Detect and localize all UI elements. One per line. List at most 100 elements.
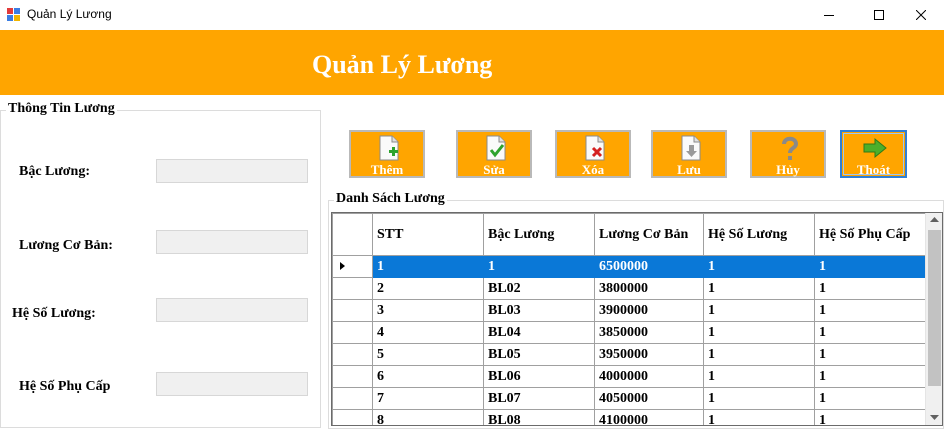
row-header[interactable] <box>332 343 373 366</box>
cell-salary-coefficient[interactable]: 1 <box>703 343 815 366</box>
cell-allowance-coefficient[interactable]: 1 <box>814 255 929 278</box>
cell-pay-grade[interactable]: BL04 <box>483 321 595 344</box>
cell-base-salary[interactable]: 3950000 <box>594 343 704 366</box>
allowance-coefficient-label: Hệ Số Phụ Cấp <box>19 379 111 394</box>
salary-table: STT Bậc Lương Lương Cơ Bản Hệ Số Lương H… <box>332 213 929 425</box>
base-salary-input[interactable] <box>156 230 308 254</box>
cell-pay-grade[interactable]: 1 <box>483 255 595 278</box>
cell-allowance-coefficient[interactable]: 1 <box>814 321 929 344</box>
close-button[interactable] <box>898 0 944 30</box>
exit-button[interactable]: Thoát <box>840 130 907 178</box>
save-document-icon <box>681 135 701 161</box>
cancel-button[interactable]: Hủy <box>750 130 826 178</box>
cell-stt[interactable]: 2 <box>372 277 484 300</box>
salary-grid[interactable]: STT Bậc Lương Lương Cơ Bản Hệ Số Lương H… <box>331 212 943 426</box>
exit-arrow-icon <box>863 137 887 159</box>
table-row[interactable]: 1 1 6500000 1 1 <box>332 255 929 278</box>
table-header-row: STT Bậc Lương Lương Cơ Bản Hệ Số Lương H… <box>332 213 929 256</box>
edit-button[interactable]: Sửa <box>456 130 532 178</box>
scroll-up-icon <box>930 217 939 222</box>
cell-stt[interactable]: 5 <box>372 343 484 366</box>
minimize-button[interactable] <box>806 0 852 30</box>
cell-salary-coefficient[interactable]: 1 <box>703 299 815 322</box>
row-header[interactable] <box>332 255 373 278</box>
base-salary-label: Lương Cơ Bản: <box>19 238 113 253</box>
cell-stt[interactable]: 4 <box>372 321 484 344</box>
cell-salary-coefficient[interactable]: 1 <box>703 277 815 300</box>
title-bar: Quản Lý Lương <box>0 0 944 30</box>
save-button[interactable]: Lưu <box>651 130 727 178</box>
cell-base-salary[interactable]: 6500000 <box>594 255 704 278</box>
current-row-arrow-icon <box>340 261 345 270</box>
column-header-pay-grade[interactable]: Bậc Lương <box>483 213 595 256</box>
delete-button[interactable]: Xóa <box>555 130 631 178</box>
column-header-allowance-coefficient[interactable]: Hệ Số Phụ Cấp <box>814 213 929 256</box>
cell-stt[interactable]: 1 <box>372 255 484 278</box>
exit-button-label: Thoát <box>856 162 891 177</box>
cell-pay-grade[interactable]: BL02 <box>483 277 595 300</box>
question-icon <box>782 136 799 160</box>
cell-allowance-coefficient[interactable]: 1 <box>814 409 929 425</box>
edit-button-label: Sửa <box>483 162 505 177</box>
row-header[interactable] <box>332 277 373 300</box>
scrollbar-thumb[interactable] <box>928 230 941 386</box>
row-header[interactable] <box>332 409 373 425</box>
cell-allowance-coefficient[interactable]: 1 <box>814 277 929 300</box>
edit-document-icon <box>486 135 506 161</box>
cell-salary-coefficient[interactable]: 1 <box>703 255 815 278</box>
cell-salary-coefficient[interactable]: 1 <box>703 321 815 344</box>
cell-pay-grade[interactable]: BL07 <box>483 387 595 410</box>
cell-stt[interactable]: 6 <box>372 365 484 388</box>
cell-base-salary[interactable]: 4100000 <box>594 409 704 425</box>
cell-pay-grade[interactable]: BL03 <box>483 299 595 322</box>
pay-grade-label: Bậc Lương: <box>19 164 90 179</box>
salary-coefficient-input[interactable] <box>156 298 308 322</box>
cell-allowance-coefficient[interactable]: 1 <box>814 343 929 366</box>
delete-document-icon <box>585 135 605 161</box>
table-row[interactable]: 7 BL07 4050000 1 1 <box>332 387 929 410</box>
vertical-scrollbar[interactable] <box>925 213 942 425</box>
row-header[interactable] <box>332 387 373 410</box>
cell-stt[interactable]: 8 <box>372 409 484 425</box>
row-header[interactable] <box>332 321 373 344</box>
add-button[interactable]: Thêm <box>349 130 425 178</box>
cell-salary-coefficient[interactable]: 1 <box>703 365 815 388</box>
cell-stt[interactable]: 3 <box>372 299 484 322</box>
column-header-salary-coefficient[interactable]: Hệ Số Lương <box>703 213 815 256</box>
allowance-coefficient-input[interactable] <box>156 372 308 396</box>
cell-pay-grade[interactable]: BL06 <box>483 365 595 388</box>
maximize-button[interactable] <box>856 0 902 30</box>
cell-salary-coefficient[interactable]: 1 <box>703 387 815 410</box>
table-row[interactable]: 6 BL06 4000000 1 1 <box>332 365 929 388</box>
column-header-stt[interactable]: STT <box>372 213 484 256</box>
add-button-label: Thêm <box>370 162 404 177</box>
cell-base-salary[interactable]: 4000000 <box>594 365 704 388</box>
table-row[interactable]: 2 BL02 3800000 1 1 <box>332 277 929 300</box>
cell-salary-coefficient[interactable]: 1 <box>703 409 815 425</box>
cell-base-salary[interactable]: 3800000 <box>594 277 704 300</box>
cell-pay-grade[interactable]: BL08 <box>483 409 595 425</box>
salary-info-legend: Thông Tin Lương <box>6 101 117 117</box>
maximize-icon <box>874 10 884 20</box>
pay-grade-input[interactable] <box>156 159 308 183</box>
salary-list-legend: Danh Sách Lương <box>334 191 447 207</box>
cell-stt[interactable]: 7 <box>372 387 484 410</box>
cell-allowance-coefficient[interactable]: 1 <box>814 299 929 322</box>
cell-allowance-coefficient[interactable]: 1 <box>814 387 929 410</box>
cell-base-salary[interactable]: 4050000 <box>594 387 704 410</box>
cell-allowance-coefficient[interactable]: 1 <box>814 365 929 388</box>
table-row[interactable]: 8 BL08 4100000 1 1 <box>332 409 929 425</box>
column-header-base-salary[interactable]: Lương Cơ Bản <box>594 213 704 256</box>
app-icon <box>7 8 20 21</box>
table-row[interactable]: 3 BL03 3900000 1 1 <box>332 299 929 322</box>
cell-base-salary[interactable]: 3850000 <box>594 321 704 344</box>
table-row[interactable]: 4 BL04 3850000 1 1 <box>332 321 929 344</box>
table-row[interactable]: 5 BL05 3950000 1 1 <box>332 343 929 366</box>
row-header[interactable] <box>332 299 373 322</box>
window-title: Quản Lý Lương <box>27 7 112 21</box>
close-icon <box>916 10 926 20</box>
cell-base-salary[interactable]: 3900000 <box>594 299 704 322</box>
cell-pay-grade[interactable]: BL05 <box>483 343 595 366</box>
row-header[interactable] <box>332 365 373 388</box>
save-button-label: Lưu <box>677 162 701 177</box>
